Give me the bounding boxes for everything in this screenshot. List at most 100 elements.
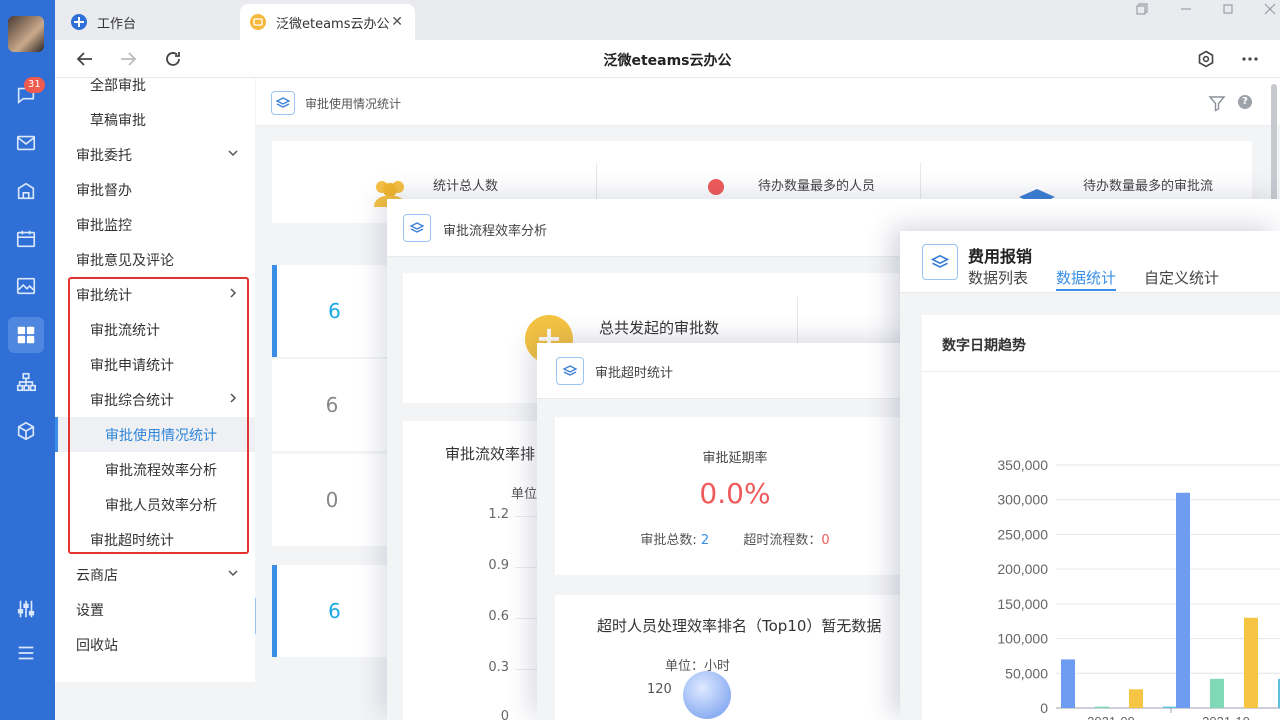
left-rail: 31 xyxy=(0,0,55,720)
menu-item-approval-flow-stats[interactable]: 审批流统计 xyxy=(55,312,255,347)
menu-item-label: 审批综合统计 xyxy=(90,392,174,409)
bar xyxy=(1095,706,1109,708)
restore-window-icon[interactable] xyxy=(1136,3,1148,18)
number-value: 0 xyxy=(325,488,339,512)
tab-label: 工作台 xyxy=(97,16,137,32)
y-tick-label: 50,000 xyxy=(1005,665,1048,681)
maximize-icon[interactable] xyxy=(1222,3,1234,18)
delay-rate-footer: 审批总数: 2 超时流程数：0 xyxy=(555,529,915,548)
apps-icon[interactable] xyxy=(8,317,44,353)
delay-rate-value: 0.0% xyxy=(699,477,771,510)
y-tick: 0 xyxy=(500,709,509,720)
menu-item-cloud-store[interactable]: 云商店 xyxy=(55,557,255,592)
menu-item-all-approvals[interactable]: 全部审批 xyxy=(55,78,255,102)
tab-data-list[interactable]: 数据列表 xyxy=(968,267,1028,291)
menu-item-approval-comments[interactable]: 审批意见及评论 xyxy=(55,242,255,277)
x-tick-label: 2021-10 xyxy=(1202,714,1250,720)
expense-tabs: 数据列表 数据统计 自定义统计 xyxy=(968,267,1247,291)
overtime-flows-value: 0 xyxy=(821,533,830,548)
menu-item-draft-approvals[interactable]: 草稿审批 xyxy=(55,102,255,137)
number-value: 6 xyxy=(328,299,341,323)
menu-item-label: 审批意见及评论 xyxy=(76,252,174,269)
menu-item-label: 审批流程效率分析 xyxy=(105,462,217,479)
help-icon[interactable]: ? xyxy=(1238,95,1252,109)
bar xyxy=(1210,678,1224,708)
settings-hex-icon[interactable] xyxy=(1195,48,1217,70)
expense-window: 费用报销 数据列表 数据统计 自定义统计 数字日期趋势 350,000 300,0… xyxy=(900,231,1280,720)
panel-title: 审批使用情况统计 xyxy=(305,97,402,111)
menu-item-usage-stats[interactable]: 审批使用情况统计 xyxy=(55,417,255,452)
eteams-logo-icon xyxy=(250,14,266,30)
bar-chart: 350,000 300,000 250,000 200,000 150,000 100,0… xyxy=(997,457,1280,720)
menu-item-label: 审批使用情况统计 xyxy=(105,427,217,444)
menu-item-label: 审批统计 xyxy=(76,287,132,304)
minimize-icon[interactable] xyxy=(1180,3,1192,18)
menu-item-recycle-bin[interactable]: 回收站 xyxy=(55,627,255,662)
window-header: 费用报销 数据列表 数据统计 自定义统计 xyxy=(900,231,1280,293)
menu-item-label: 审批人员效率分析 xyxy=(105,497,217,514)
number-value: 6 xyxy=(325,393,339,417)
tab-data-stats[interactable]: 数据统计 xyxy=(1056,267,1117,291)
y-tick-label: 250,000 xyxy=(997,526,1048,542)
image-icon[interactable] xyxy=(13,273,39,299)
menu-item-approval-overall-stats[interactable]: 审批综合统计 xyxy=(55,382,255,417)
menu-item-approval-request-stats[interactable]: 审批申请统计 xyxy=(55,347,255,382)
overtime-flows-label: 超时流程数： xyxy=(743,533,822,548)
y-tick-label: 150,000 xyxy=(997,596,1048,612)
menu-item-approval-monitor[interactable]: 审批监控 xyxy=(55,207,255,242)
mail-icon[interactable] xyxy=(13,130,39,156)
number-card: 0 xyxy=(272,454,392,546)
ranking-title: 超时人员处理效率排名（Top10）暂无数据 xyxy=(597,617,882,635)
chevron-right-icon xyxy=(230,393,237,403)
close-window-icon[interactable] xyxy=(1264,3,1276,18)
y-tick: 120 xyxy=(647,682,672,697)
unit-label: 单位 xyxy=(511,487,538,502)
y-tick: 0.9 xyxy=(488,558,509,573)
tab-workbench[interactable]: 工作台 xyxy=(71,4,241,40)
menu-item-settings[interactable]: 设置 xyxy=(55,592,255,627)
total-approvals-value: 2 xyxy=(700,533,710,548)
tab-bar: 工作台 泛微eteams云办公 ✕ xyxy=(55,0,1280,40)
org-chart-icon[interactable] xyxy=(13,369,39,395)
menu-item-approval-statistics[interactable]: 审批统计 xyxy=(55,277,255,312)
filter-icon[interactable] xyxy=(1208,94,1226,112)
tab-eteams[interactable]: 泛微eteams云办公 ✕ xyxy=(240,4,415,40)
avatar[interactable] xyxy=(8,16,44,52)
y-tick-label: 350,000 xyxy=(997,457,1048,473)
menu-item-approval-delegation[interactable]: 审批委托 xyxy=(55,137,255,172)
menu-item-label: 全部审批 xyxy=(90,78,146,94)
more-options-icon[interactable] xyxy=(1239,48,1261,70)
ranking-unit: 单位：小时 xyxy=(665,659,731,674)
card-title: 审批流效率排 xyxy=(445,445,536,463)
bar xyxy=(1061,659,1075,708)
chevron-right-icon xyxy=(230,288,237,298)
menu-item-label: 审批监控 xyxy=(76,217,132,234)
menu-item-label: 审批流统计 xyxy=(90,322,160,339)
menu-item-staff-efficiency[interactable]: 审批人员效率分析 xyxy=(55,487,255,522)
menu-item-approval-supervision[interactable]: 审批督办 xyxy=(55,172,255,207)
menu-item-label: 回收站 xyxy=(76,637,118,654)
close-tab-icon[interactable]: ✕ xyxy=(391,14,403,30)
stat-most-todo-person: 待办数量最多的人员 xyxy=(758,179,876,194)
layers-icon xyxy=(271,91,295,115)
cube-icon[interactable] xyxy=(13,418,39,444)
menu-item-label: 设置 xyxy=(76,602,104,619)
building-icon[interactable] xyxy=(13,178,39,204)
x-tick-label: 2021-09 xyxy=(1087,714,1135,720)
menu-item-overtime-stats[interactable]: 审批超时统计 xyxy=(55,522,255,557)
bar xyxy=(1176,492,1190,708)
menu-item-label: 审批超时统计 xyxy=(90,532,174,549)
layers-icon xyxy=(403,214,431,242)
delay-rate-card: 审批延期率 0.0% 审批总数: 2 超时流程数：0 xyxy=(555,417,915,575)
y-tick-label: 0 xyxy=(1040,700,1048,716)
tab-custom-stats[interactable]: 自定义统计 xyxy=(1144,267,1219,291)
sliders-icon[interactable] xyxy=(13,596,39,622)
hamburger-menu-icon[interactable] xyxy=(13,640,39,666)
bar xyxy=(1129,689,1143,708)
calendar-icon[interactable] xyxy=(13,226,39,252)
total-approvals-label: 总共发起的审批数 xyxy=(599,319,720,337)
menu-item-flow-efficiency[interactable]: 审批流程效率分析 xyxy=(55,452,255,487)
menu-item-label: 草稿审批 xyxy=(90,112,146,129)
empty-data-bubble xyxy=(683,671,731,719)
panel-header: 审批使用情况统计 ? xyxy=(256,78,1280,126)
